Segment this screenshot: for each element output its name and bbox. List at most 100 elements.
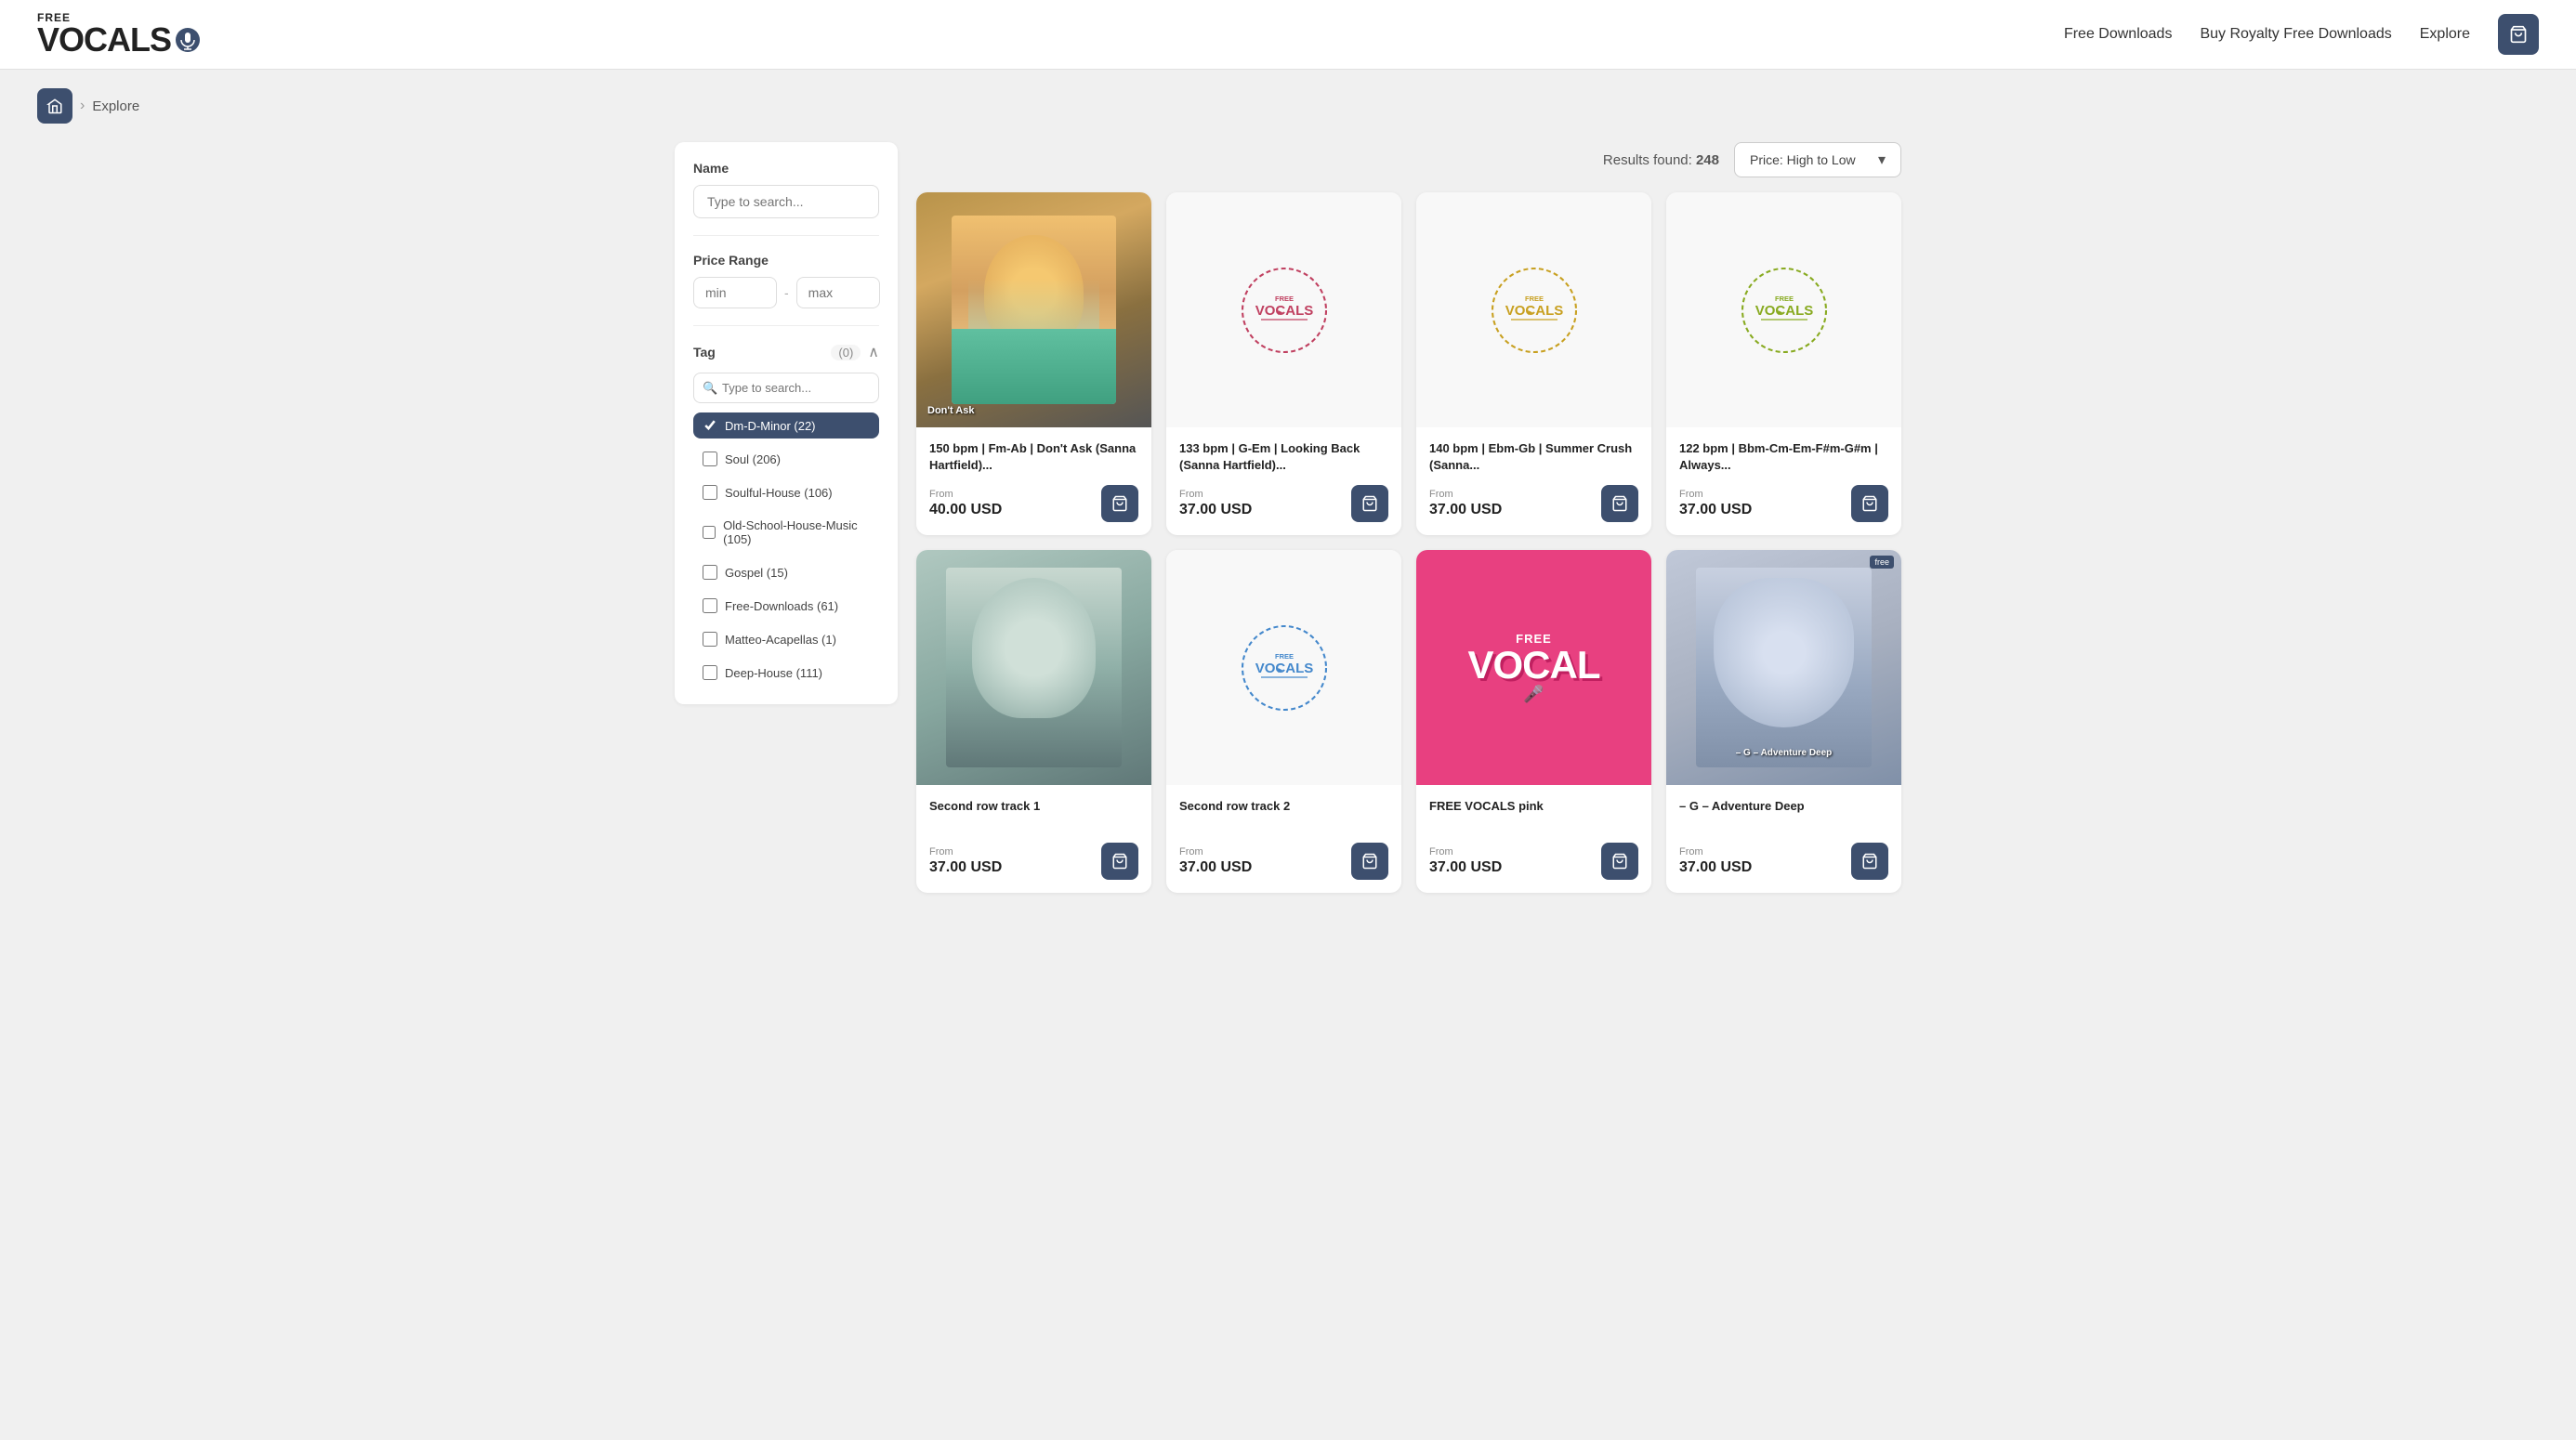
svg-text:VOCALS: VOCALS (1755, 303, 1813, 319)
tag-label: Old-School-House-Music (105) (723, 518, 870, 546)
breadcrumb: › Explore (0, 70, 2576, 142)
card-footer: From 37.00 USD (1179, 485, 1388, 522)
add-to-cart-button[interactable] (1351, 485, 1388, 522)
card-body: FREE VOCALS pink From 37.00 USD (1416, 785, 1651, 893)
explore-link[interactable]: Explore (2420, 26, 2470, 43)
card-thumbnail[interactable]: FREE VOCALS (1166, 550, 1401, 785)
add-to-cart-button[interactable] (1101, 485, 1138, 522)
cart-icon (1361, 495, 1378, 512)
home-button[interactable] (37, 88, 72, 124)
tag-item[interactable]: Old-School-House-Music (105) (693, 513, 879, 552)
add-to-cart-button[interactable] (1101, 843, 1138, 880)
card-price-section: From 37.00 USD (1429, 489, 1502, 518)
name-search-input[interactable] (693, 185, 879, 218)
sort-dropdown[interactable]: Price: High to Low ▾ (1734, 142, 1901, 177)
card-from-label: From (1429, 489, 1502, 500)
card: Don't Ask 150 bpm | Fm-Ab | Don't Ask (S… (916, 192, 1151, 535)
tag-search-input[interactable] (693, 373, 879, 403)
tag-label: Soul (206) (725, 452, 781, 466)
tag-item[interactable]: Dm-D-Minor (22) (693, 412, 879, 439)
card-body: 150 bpm | Fm-Ab | Don't Ask (Sanna Hartf… (916, 427, 1151, 535)
cart-icon (2509, 25, 2528, 44)
card-from-label: From (1179, 489, 1252, 500)
tag-item[interactable]: Soul (206) (693, 446, 879, 472)
tag-count-badge: (0) (831, 345, 861, 360)
tag-filter-label: Tag (693, 345, 716, 360)
card-thumbnail[interactable]: FREE VOCAL 🎤 (1416, 550, 1651, 785)
tag-search-icon: 🔍 (703, 381, 717, 396)
card-footer: From 37.00 USD (1429, 485, 1638, 522)
card-price-value: 37.00 USD (1179, 502, 1252, 518)
cart-icon (1861, 853, 1878, 870)
chevron-down-icon: ▾ (1878, 151, 1886, 169)
card: FREE VOCALS 140 bpm | Ebm-Gb | Summer Cr… (1416, 192, 1651, 535)
card-price-section: From 40.00 USD (929, 489, 1002, 518)
results-bar: Results found: 248 Price: High to Low ▾ (916, 142, 1901, 177)
card-thumbnail[interactable]: FREE VOCALS (1416, 192, 1651, 427)
card-price-section: From 37.00 USD (1679, 489, 1752, 518)
tag-checkbox[interactable] (703, 565, 717, 580)
tag-checkbox[interactable] (703, 485, 717, 500)
tag-checkbox[interactable] (703, 665, 717, 680)
tag-collapse-button[interactable]: ∧ (868, 343, 879, 361)
add-to-cart-button[interactable] (1851, 843, 1888, 880)
add-to-cart-button[interactable] (1851, 485, 1888, 522)
svg-text:VOCALS: VOCALS (1255, 303, 1313, 319)
cart-button[interactable] (2498, 14, 2539, 55)
tag-item[interactable]: Free-Downloads (61) (693, 593, 879, 619)
card-body: Second row track 2 From 37.00 USD (1166, 785, 1401, 893)
cart-icon (1611, 853, 1628, 870)
card-title: 122 bpm | Bbm-Cm-Em-F#m-G#m | Always... (1679, 440, 1888, 474)
free-downloads-link[interactable]: Free Downloads (2064, 26, 2173, 43)
tag-list: Dm-D-Minor (22) Soul (206) Soulful-House… (693, 412, 879, 686)
card-thumbnail[interactable] (916, 550, 1151, 785)
tag-item[interactable]: Matteo-Acapellas (1) (693, 626, 879, 652)
card-thumbnail[interactable]: Don't Ask (916, 192, 1151, 427)
price-range-row: - (693, 277, 879, 308)
add-to-cart-button[interactable] (1351, 843, 1388, 880)
card-footer: From 40.00 USD (929, 485, 1138, 522)
tag-checkbox[interactable] (703, 632, 717, 647)
content-area: Results found: 248 Price: High to Low ▾ … (916, 142, 1901, 893)
add-to-cart-button[interactable] (1601, 843, 1638, 880)
card-price-section: From 37.00 USD (1179, 489, 1252, 518)
card-thumbnail[interactable]: FREE VOCALS (1666, 192, 1901, 427)
card-price-section: From 37.00 USD (1429, 846, 1502, 876)
tag-checkbox[interactable] (703, 452, 717, 466)
tag-header: Tag (0) ∧ (693, 343, 879, 361)
card-title: 140 bpm | Ebm-Gb | Summer Crush (Sanna..… (1429, 440, 1638, 474)
price-max-input[interactable] (796, 277, 880, 308)
cart-icon (1111, 495, 1128, 512)
tag-item[interactable]: Gospel (15) (693, 559, 879, 585)
breadcrumb-separator: › (80, 98, 85, 114)
tag-checkbox[interactable] (703, 598, 717, 613)
add-to-cart-button[interactable] (1601, 485, 1638, 522)
card: free – G – Adventure Deep – G – Adventur… (1666, 550, 1901, 893)
header: FREE VOCALS Free Downloads Buy Royalty F… (0, 0, 2576, 70)
tag-item[interactable]: Soulful-House (106) (693, 479, 879, 505)
card-price-value: 37.00 USD (1679, 502, 1752, 518)
filter-panel: Name Price Range - Tag (0) ∧ 🔍 (675, 142, 898, 704)
divider-2 (693, 325, 879, 326)
cart-icon (1361, 853, 1378, 870)
tag-label: Free-Downloads (61) (725, 599, 838, 613)
card-body: Second row track 1 From 37.00 USD (916, 785, 1151, 893)
tag-checkbox[interactable] (703, 418, 717, 433)
tag-label: Dm-D-Minor (22) (725, 419, 816, 433)
card-thumbnail[interactable]: FREE VOCALS (1166, 192, 1401, 427)
card-from-label: From (1679, 846, 1752, 857)
card-body: 122 bpm | Bbm-Cm-Em-F#m-G#m | Always... … (1666, 427, 1901, 535)
sort-dropdown-label: Price: High to Low (1750, 152, 1869, 167)
card-from-label: From (929, 846, 1002, 857)
buy-royalty-link[interactable]: Buy Royalty Free Downloads (2200, 26, 2391, 43)
card-price-value: 37.00 USD (1429, 502, 1502, 518)
card-body: – G – Adventure Deep From 37.00 USD (1666, 785, 1901, 893)
price-min-input[interactable] (693, 277, 777, 308)
svg-text:VOCALS: VOCALS (1505, 303, 1563, 319)
svg-text:VOCALS: VOCALS (1255, 661, 1313, 676)
card-thumbnail[interactable]: free – G – Adventure Deep (1666, 550, 1901, 785)
svg-text:FREE: FREE (1774, 295, 1793, 303)
tag-checkbox[interactable] (703, 525, 716, 540)
card-footer: From 37.00 USD (1179, 843, 1388, 880)
tag-item[interactable]: Deep-House (111) (693, 660, 879, 686)
